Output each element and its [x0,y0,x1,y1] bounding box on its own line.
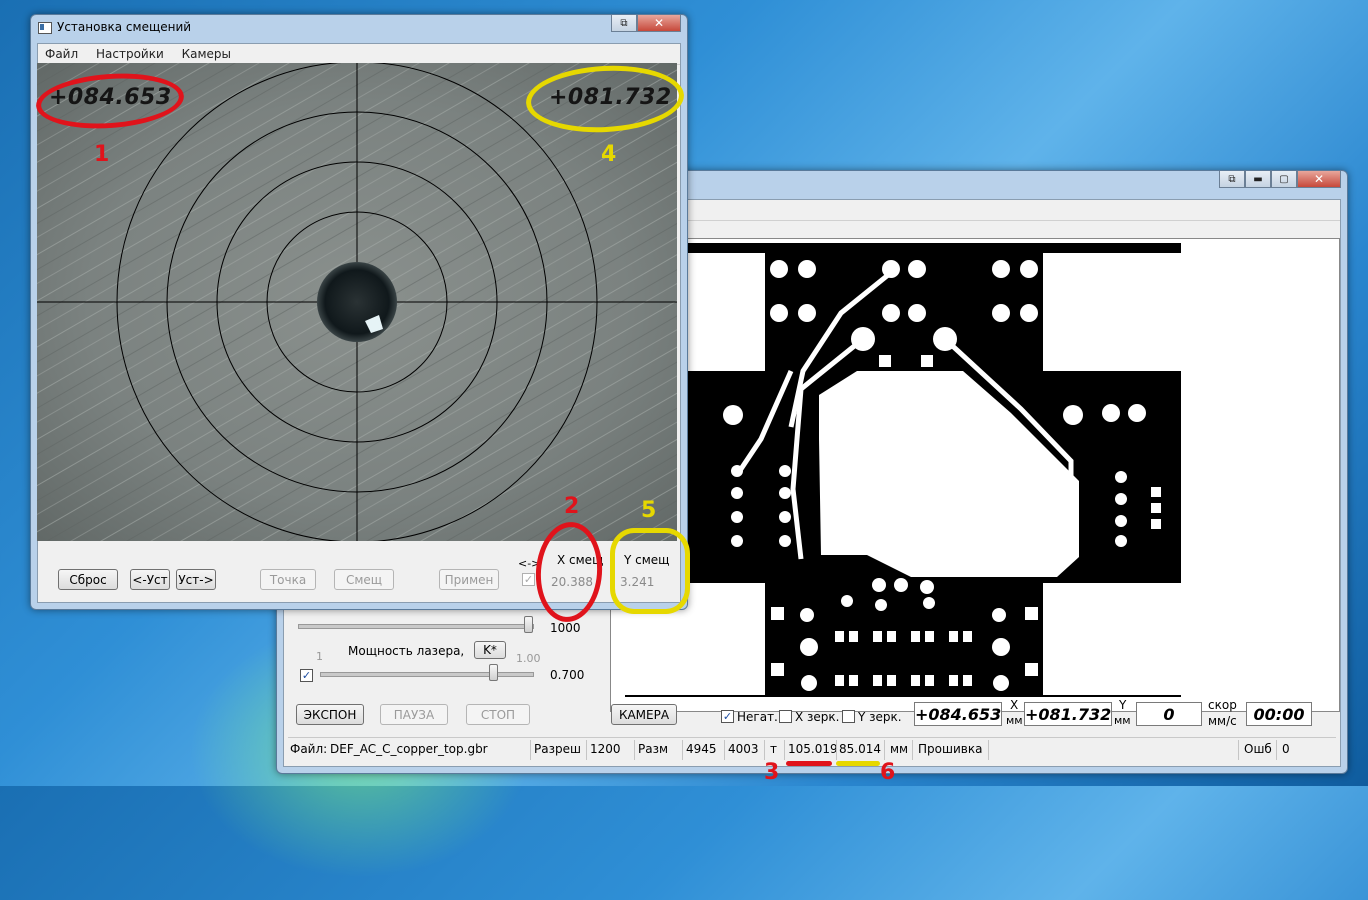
expose-button[interactable]: ЭКСПОН [296,704,364,725]
speed-slider-thumb[interactable] [524,616,533,633]
x-axis-label: X [1010,698,1019,712]
minimize-icon[interactable]: ▬ [1245,171,1271,188]
offset-button[interactable]: Смещ [334,569,394,590]
annotation-underline-yellow-6 [836,761,880,766]
speed-label-top: скор [1208,698,1237,712]
restore-alt-icon[interactable]: ⧉ [1219,171,1245,188]
file-label: Файл: [290,742,328,756]
laser-max-label: 1.00 [516,652,541,665]
dimension-unit: мм [890,742,909,756]
annotation-number-3: 3 [764,760,780,785]
annotation-underline-red-3 [786,761,832,766]
annotation-ellipse-yellow-5 [610,528,690,614]
size-label: Разм [638,742,669,756]
pcb-image [611,239,1195,711]
restore-alt-icon[interactable]: ⧉ [611,15,637,32]
laser-slider-track[interactable] [320,672,534,677]
camera-image [37,63,677,541]
status-separator [764,740,765,760]
size-width: 4945 [686,742,717,756]
camera-view[interactable]: +084.653 +081.732 [37,63,677,541]
negative-label: Негат. [737,710,778,724]
annotation-number-5: 5 [641,498,657,523]
size-height: 4003 [728,742,759,756]
x-mirror-checkbox[interactable] [779,710,792,723]
status-separator [530,740,531,760]
laser-value: 0.700 [550,668,585,682]
maximize-icon[interactable]: ▢ [1271,171,1297,188]
window-title: Установка смещений [57,20,192,34]
y-axis-label: Y [1119,698,1127,712]
status-separator [836,740,837,760]
y-mirror-checkbox[interactable] [842,710,855,723]
laser-slider-thumb[interactable] [489,664,498,681]
speed-value: 1000 [550,621,581,635]
reset-button[interactable]: Сброс [58,569,118,590]
dimension-x: 105.019 [788,742,838,756]
stop-button[interactable]: СТОП [466,704,530,725]
status-separator [586,740,587,760]
t-label: т [770,742,777,756]
firmware-label: Прошивка [918,742,983,756]
status-separator [988,740,989,760]
pause-button[interactable]: ПАУЗА [380,704,448,725]
status-separator [724,740,725,760]
speed-slider-track[interactable] [298,624,534,629]
annotation-number-6: 6 [880,760,896,785]
offsets-titlebar[interactable]: Установка смещений ⧉ ✕ [31,15,687,39]
main-caption-buttons: ⧉ ▬ ▢ ✕ [1219,171,1341,189]
y-position-readout: +081.732 [1024,702,1112,726]
swap-checkbox[interactable]: ✓ [522,573,535,586]
annotation-number-4: 4 [601,142,617,167]
resolution-value: 1200 [590,742,621,756]
status-separator [912,740,913,760]
k-button[interactable]: K* [474,641,506,659]
time-readout: 00:00 [1246,702,1312,726]
offsets-menubar: Файл Настройки Камеры [38,44,680,65]
set-right-button[interactable]: Уст-> [176,569,216,590]
file-name: DEF_AC_C_copper_top.gbr [330,742,488,756]
x-position-readout: +084.653 [914,702,1002,726]
pcb-canvas[interactable] [610,238,1340,712]
app-icon [38,22,52,34]
menu-settings[interactable]: Настройки [89,44,171,61]
status-separator [1238,740,1239,760]
status-separator [784,740,785,760]
status-bar: Файл: DEF_AC_C_copper_top.gbr Разреш 120… [288,737,1336,762]
close-icon[interactable]: ✕ [1297,171,1341,188]
annotation-number-1: 1 [94,142,110,167]
menu-file[interactable]: Файл [38,44,85,61]
set-left-button[interactable]: <-Уст [130,569,170,590]
annotation-number-2: 2 [564,494,580,519]
x-unit-label: мм [1006,714,1023,727]
status-separator [634,740,635,760]
speed-readout: 0 [1136,702,1202,726]
laser-enable-checkbox[interactable]: ✓ [300,669,313,682]
point-button[interactable]: Точка [260,569,316,590]
status-separator [682,740,683,760]
error-label: Ошб [1244,742,1272,756]
resolution-label: Разреш [534,742,581,756]
offsets-caption-buttons: ⧉ ✕ [611,15,681,33]
camera-button[interactable]: КАМЕРА [611,704,677,725]
y-unit-label: мм [1114,714,1131,727]
dimension-y: 85.014 [839,742,881,756]
laser-power-label: Мощность лазера, [348,644,465,658]
status-separator [884,740,885,760]
menu-cameras[interactable]: Камеры [175,44,238,61]
error-value: 0 [1282,742,1290,756]
speed-label-bottom: мм/с [1208,714,1237,728]
negative-checkbox[interactable]: ✓ [721,710,734,723]
close-icon[interactable]: ✕ [637,15,681,32]
x-mirror-label: X зерк. [795,710,840,724]
apply-button[interactable]: Примен [439,569,499,590]
status-separator [1276,740,1277,760]
laser-min-label: 1 [316,650,323,663]
y-mirror-label: Y зерк. [858,710,902,724]
